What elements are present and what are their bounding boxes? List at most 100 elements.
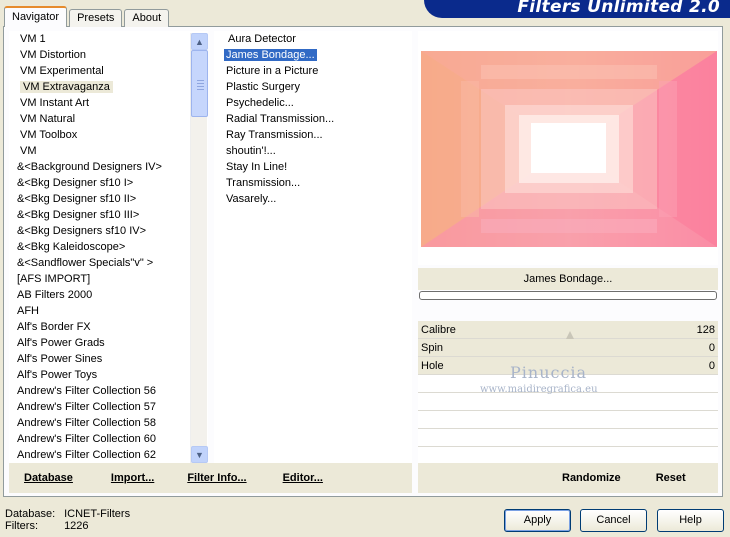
filter-label: Transmission... — [226, 177, 301, 189]
category-item[interactable]: VM Toolbox — [9, 127, 208, 143]
param-value: 0 — [708, 342, 715, 354]
category-item[interactable]: &<Bkg Designer sf10 III> — [9, 207, 208, 223]
param-row-empty — [418, 429, 718, 447]
category-item[interactable]: Alf's Power Toys — [9, 367, 208, 383]
category-item[interactable]: AFH — [9, 303, 208, 319]
header-banner: Filters Unlimited 2.0 — [424, 0, 730, 18]
category-item[interactable]: VM Natural — [9, 111, 208, 127]
category-label: VM Instant Art — [20, 97, 90, 109]
filter-label: Vasarely... — [226, 193, 277, 205]
category-label: &<Bkg Designers sf10 IV> — [17, 225, 147, 237]
category-item[interactable]: Andrew's Filter Collection 58 — [9, 415, 208, 431]
category-item[interactable]: Andrew's Filter Collection 62 — [9, 447, 208, 463]
filter-item[interactable]: Aura Detector — [214, 31, 412, 47]
cancel-button[interactable]: Cancel — [580, 509, 647, 532]
category-item[interactable]: VM Extravaganza — [9, 79, 208, 95]
tab-navigator[interactable]: Navigator — [4, 6, 68, 27]
editor-button[interactable]: Editor... — [283, 472, 323, 484]
category-scrollbar[interactable]: ▲ ▼ — [190, 33, 208, 463]
category-label: &<Bkg Kaleidoscope> — [17, 241, 126, 253]
category-label: VM Distortion — [20, 49, 87, 61]
category-item[interactable]: Andrew's Filter Collection 57 — [9, 399, 208, 415]
category-label: [AFS IMPORT] — [17, 273, 91, 285]
category-item[interactable]: [AFS IMPORT] — [9, 271, 208, 287]
filter-label: Stay In Line! — [226, 161, 288, 173]
scroll-down-button[interactable]: ▼ — [191, 446, 208, 463]
filter-item[interactable]: Plastic Surgery — [214, 79, 412, 95]
database-button[interactable]: Database — [24, 472, 73, 484]
database-value: ICNET-Filters — [64, 508, 131, 520]
category-label: VM 1 — [20, 33, 46, 45]
scroll-thumb[interactable] — [191, 50, 208, 117]
filter-label: Psychedelic... — [226, 97, 294, 109]
category-label: VM Toolbox — [20, 129, 78, 141]
filter-item[interactable]: Stay In Line! — [214, 159, 412, 175]
category-label: VM — [20, 145, 37, 157]
param-value: 0 — [708, 360, 715, 372]
filter-label: Radial Transmission... — [226, 113, 335, 125]
category-label: VM Extravaganza — [20, 81, 113, 93]
help-button[interactable]: Help — [657, 509, 724, 532]
filter-item[interactable]: shoutin'!... — [214, 143, 412, 159]
tab-about[interactable]: About — [124, 9, 170, 27]
category-item[interactable]: VM Experimental — [9, 63, 208, 79]
category-label: &<Bkg Designer sf10 I> — [17, 177, 134, 189]
param-row-spin[interactable]: Spin 0 — [418, 339, 718, 357]
tab-presets[interactable]: Presets — [69, 9, 123, 27]
apply-button[interactable]: Apply — [504, 509, 571, 532]
filter-label: shoutin'!... — [226, 145, 276, 157]
category-item[interactable]: VM — [9, 143, 208, 159]
category-list[interactable]: VM 1 VM Distortion VM Experimental VM Extra… — [9, 31, 208, 463]
category-item[interactable]: &<Background Designers IV> — [9, 159, 208, 175]
category-label: Alf's Border FX — [17, 321, 91, 333]
category-item[interactable]: &<Bkg Designer sf10 II> — [9, 191, 208, 207]
navigator-button-bar: Database Import... Filter Info... Editor… — [9, 463, 412, 493]
category-item[interactable]: Andrew's Filter Collection 60 — [9, 431, 208, 447]
category-item[interactable]: &<Bkg Designer sf10 I> — [9, 175, 208, 191]
category-item[interactable]: Andrew's Filter Collection 56 — [9, 383, 208, 399]
param-row-empty — [418, 393, 718, 411]
category-label: &<Bkg Designer sf10 II> — [17, 193, 137, 205]
category-label: Andrew's Filter Collection 57 — [17, 401, 157, 413]
reset-button[interactable]: Reset — [656, 472, 686, 484]
category-label: AB Filters 2000 — [17, 289, 93, 301]
filter-item[interactable]: James Bondage... — [214, 47, 412, 63]
filter-info-button[interactable]: Filter Info... — [187, 472, 246, 484]
slider-marker[interactable] — [566, 331, 574, 339]
category-item[interactable]: Alf's Power Sines — [9, 351, 208, 367]
category-item[interactable]: VM Distortion — [9, 47, 208, 63]
category-label: Alf's Power Grads — [17, 337, 105, 349]
category-item[interactable]: &<Bkg Kaleidoscope> — [9, 239, 208, 255]
randomize-button[interactable]: Randomize — [562, 472, 621, 484]
filter-label: James Bondage... — [224, 49, 317, 61]
import-button[interactable]: Import... — [111, 472, 154, 484]
category-label: Alf's Power Sines — [17, 353, 103, 365]
category-item[interactable]: &<Sandflower Specials"v" > — [9, 255, 208, 271]
filter-item[interactable]: Ray Transmission... — [214, 127, 412, 143]
param-label: Hole — [421, 360, 444, 372]
database-label: Database: — [5, 508, 56, 520]
filter-item[interactable]: Transmission... — [214, 175, 412, 191]
watermark-name: Pinuccia — [510, 363, 588, 382]
category-label: &<Sandflower Specials"v" > — [17, 257, 154, 269]
filters-count: 1226 — [64, 520, 89, 532]
filter-label: Ray Transmission... — [226, 129, 323, 141]
param-value: 128 — [696, 324, 715, 336]
category-label: VM Experimental — [20, 65, 104, 77]
scroll-up-button[interactable]: ▲ — [191, 33, 208, 50]
filter-list[interactable]: Aura Detector James Bondage... Picture in … — [214, 31, 412, 463]
category-item[interactable]: &<Bkg Designers sf10 IV> — [9, 223, 208, 239]
filter-item[interactable]: Radial Transmission... — [214, 111, 412, 127]
filter-item[interactable]: Picture in a Picture — [214, 63, 412, 79]
category-item[interactable]: Alf's Border FX — [9, 319, 208, 335]
preview-filter-name: James Bondage... — [418, 268, 718, 290]
category-item[interactable]: VM 1 — [9, 31, 208, 47]
filters-label: Filters: — [5, 520, 38, 532]
category-label: Andrew's Filter Collection 60 — [17, 433, 157, 445]
filter-item[interactable]: Vasarely... — [214, 191, 412, 207]
category-item[interactable]: Alf's Power Grads — [9, 335, 208, 351]
category-item[interactable]: VM Instant Art — [9, 95, 208, 111]
category-label: Alf's Power Toys — [17, 369, 98, 381]
category-item[interactable]: AB Filters 2000 — [9, 287, 208, 303]
filter-item[interactable]: Psychedelic... — [214, 95, 412, 111]
